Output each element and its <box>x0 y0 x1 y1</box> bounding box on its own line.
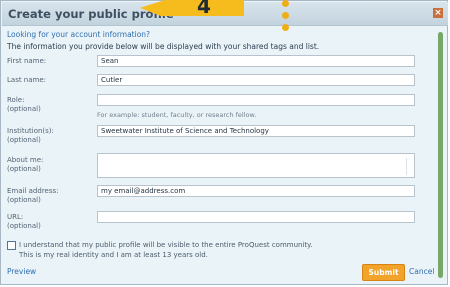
about-me-optional-text: (optional) <box>7 165 41 173</box>
role-label: Role: (optional) <box>7 96 41 114</box>
dot-icon <box>282 0 289 7</box>
preview-link[interactable]: Preview <box>7 267 36 276</box>
terms-checkbox[interactable] <box>7 241 16 250</box>
right-scrollbar[interactable] <box>438 32 443 278</box>
terms-line-1: I understand that my public profile will… <box>19 241 313 249</box>
terms-line-2: This is my real identity and I am at lea… <box>19 251 208 259</box>
role-optional-text: (optional) <box>7 105 41 113</box>
cancel-link[interactable]: Cancel <box>409 267 434 276</box>
about-me-textarea[interactable] <box>97 153 415 178</box>
dot-icon <box>282 24 289 31</box>
terms-text: I understand that my public profile will… <box>19 240 359 260</box>
email-field[interactable]: my email@address.com <box>97 185 415 197</box>
email-label-text: Email address: <box>7 187 59 195</box>
institution-label: Institution(s): (optional) <box>7 127 54 145</box>
url-field[interactable] <box>97 211 415 223</box>
profile-info-text: The information you provide below will b… <box>7 42 320 51</box>
institution-label-text: Institution(s): <box>7 127 54 135</box>
about-me-label-text: About me: <box>7 156 44 164</box>
email-label: Email address: (optional) <box>7 187 59 205</box>
institution-optional-text: (optional) <box>7 136 41 144</box>
email-optional-text: (optional) <box>7 196 41 204</box>
url-label-text: URL: <box>7 213 24 221</box>
first-name-label: First name: <box>7 57 47 65</box>
step-number: 4 <box>197 0 211 18</box>
role-field[interactable] <box>97 94 415 106</box>
about-me-label: About me: (optional) <box>7 156 43 174</box>
public-profile-dialog: Create your public profile × Looking for… <box>0 0 448 285</box>
url-optional-text: (optional) <box>7 222 41 230</box>
textarea-scrollbar[interactable] <box>406 158 411 175</box>
dot-icon <box>282 12 289 19</box>
last-name-label: Last name: <box>7 76 47 84</box>
account-information-link[interactable]: Looking for your account information? <box>7 30 150 39</box>
submit-button[interactable]: Submit <box>362 264 405 281</box>
institution-field[interactable]: Sweetwater Institute of Science and Tech… <box>97 125 415 137</box>
close-icon[interactable]: × <box>433 8 443 18</box>
url-label: URL: (optional) <box>7 213 41 231</box>
role-label-text: Role: <box>7 96 25 104</box>
first-name-field[interactable]: Sean <box>97 55 415 67</box>
dot-indicator <box>282 0 290 46</box>
last-name-field[interactable]: Cutler <box>97 74 415 86</box>
role-hint: For example: student, faculty, or resear… <box>97 111 257 119</box>
